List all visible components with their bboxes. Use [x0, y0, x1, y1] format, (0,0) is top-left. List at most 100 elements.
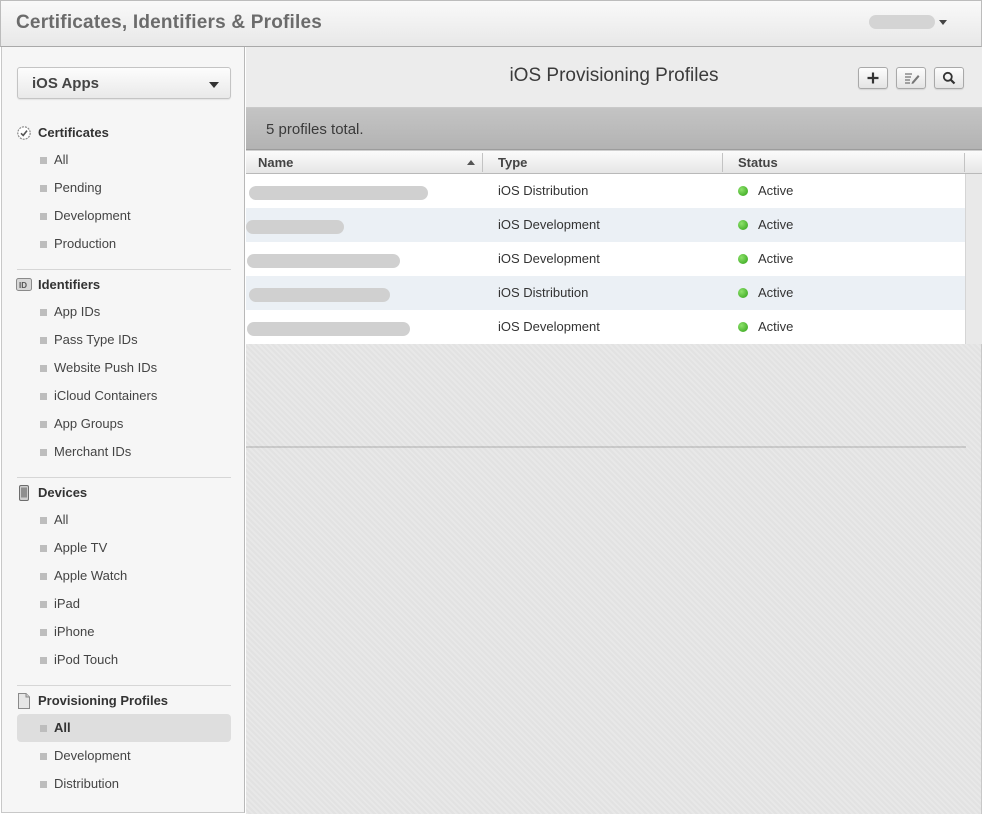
- sidebar-item-profiles-development[interactable]: Development: [17, 742, 231, 770]
- profile-status: Active: [758, 183, 794, 198]
- sidebar-item-website-push-ids[interactable]: Website Push IDs: [17, 354, 231, 382]
- bullet: [40, 753, 47, 760]
- status-dot-icon: [738, 220, 748, 230]
- sidebar-item-label: App IDs: [54, 304, 101, 319]
- platform-select[interactable]: iOS Apps: [17, 67, 231, 99]
- table-scrollbar[interactable]: [965, 174, 982, 344]
- sidebar-item-pass-type-ids[interactable]: Pass Type IDs: [17, 326, 231, 354]
- sidebar-item-certificates-production[interactable]: Production: [17, 230, 231, 258]
- platform-select-value: iOS Apps: [32, 75, 99, 92]
- status-dot-icon: [738, 322, 748, 332]
- sidebar-item-label: Apple TV: [54, 540, 108, 555]
- profile-name-redacted: [247, 322, 410, 336]
- sidebar-item-devices-all[interactable]: All: [17, 506, 231, 534]
- section-title: Provisioning Profiles: [38, 693, 169, 708]
- main-content: iOS Provisioning Profiles 5 profiles tot…: [246, 47, 982, 814]
- profile-type: iOS Distribution: [498, 285, 589, 300]
- column-header-status[interactable]: Status: [738, 155, 778, 170]
- section-header-identifiers[interactable]: ID Identifiers: [2, 270, 246, 298]
- section-header-certificates[interactable]: Certificates: [2, 118, 246, 146]
- sidebar-item-ipad[interactable]: iPad: [17, 590, 231, 618]
- sidebar-item-label: All: [54, 720, 71, 735]
- sort-ascending-icon: [467, 160, 475, 165]
- add-button[interactable]: [858, 67, 888, 89]
- sidebar-item-label: Development: [54, 748, 131, 763]
- chevron-down-icon: [209, 82, 219, 88]
- profile-name-redacted: [246, 220, 344, 234]
- status-dot-icon: [738, 288, 748, 298]
- sidebar-item-apple-tv[interactable]: Apple TV: [17, 534, 231, 562]
- sidebar-item-label: Production: [54, 236, 117, 251]
- sidebar-item-label: Pass Type IDs: [54, 332, 138, 347]
- sidebar-item-apple-watch[interactable]: Apple Watch: [17, 562, 231, 590]
- table-row[interactable]: iOS Development Active: [246, 310, 982, 344]
- sidebar-item-label: Website Push IDs: [54, 360, 158, 375]
- status-dot-icon: [738, 186, 748, 196]
- profile-name-redacted: [249, 186, 428, 200]
- main-toolbar: iOS Provisioning Profiles: [246, 47, 982, 108]
- profile-type: iOS Development: [498, 251, 600, 266]
- sidebar-item-profiles-all[interactable]: All: [17, 714, 231, 742]
- bullet: [40, 421, 47, 428]
- section-header-provisioning-profiles[interactable]: Provisioning Profiles: [2, 686, 246, 714]
- column-header-type[interactable]: Type: [498, 155, 527, 170]
- section-title: Identifiers: [38, 277, 101, 292]
- account-menu[interactable]: [869, 15, 947, 29]
- profile-name-redacted: [247, 254, 400, 268]
- id-icon: ID: [16, 277, 32, 292]
- sidebar-item-ipod-touch[interactable]: iPod Touch: [17, 646, 231, 674]
- column-divider: [482, 153, 483, 172]
- profiles-count: 5 profiles total.: [266, 121, 364, 138]
- sidebar-item-merchant-ids[interactable]: Merchant IDs: [17, 438, 231, 466]
- section-title: Certificates: [38, 125, 109, 140]
- bullet: [40, 393, 47, 400]
- sidebar-item-app-groups[interactable]: App Groups: [17, 410, 231, 438]
- certificate-icon: [16, 125, 32, 140]
- svg-text:ID: ID: [19, 281, 27, 290]
- search-icon: [942, 71, 956, 85]
- section-header-devices[interactable]: Devices: [2, 478, 246, 506]
- bullet: [40, 185, 47, 192]
- sidebar-item-icloud-containers[interactable]: iCloud Containers: [17, 382, 231, 410]
- sidebar-item-label: Merchant IDs: [54, 444, 132, 459]
- table-row[interactable]: iOS Distribution Active: [246, 174, 982, 208]
- section-devices: Devices All Apple TV Apple Watch iPad iP…: [2, 478, 246, 674]
- bullet: [40, 449, 47, 456]
- edit-button[interactable]: [896, 67, 926, 89]
- bullet: [40, 781, 47, 788]
- bullet: [40, 629, 47, 636]
- table-row[interactable]: iOS Distribution Active: [246, 276, 982, 310]
- bullet: [40, 725, 47, 732]
- column-divider: [722, 153, 723, 172]
- profile-status: Active: [758, 319, 794, 334]
- sidebar-item-label: iPhone: [54, 624, 95, 639]
- status-dot-icon: [738, 254, 748, 264]
- app-header: Certificates, Identifiers & Profiles: [0, 0, 982, 47]
- sidebar-item-certificates-pending[interactable]: Pending: [17, 174, 231, 202]
- bullet: [40, 213, 47, 220]
- sidebar-item-iphone[interactable]: iPhone: [17, 618, 231, 646]
- add-icon: [867, 72, 879, 84]
- device-icon: [16, 485, 32, 501]
- sidebar: iOS Apps Certificates All Pending Develo…: [1, 47, 245, 813]
- sidebar-item-label: Apple Watch: [54, 568, 128, 583]
- sidebar-item-certificates-development[interactable]: Development: [17, 202, 231, 230]
- search-button[interactable]: [934, 67, 964, 89]
- sidebar-item-app-ids[interactable]: App IDs: [17, 298, 231, 326]
- bullet: [40, 309, 47, 316]
- column-header-name[interactable]: Name: [258, 155, 293, 170]
- summary-bar: 5 profiles total.: [246, 108, 982, 150]
- sidebar-item-label: Distribution: [54, 776, 120, 791]
- sidebar-item-certificates-all[interactable]: All: [17, 146, 231, 174]
- sidebar-item-label: App Groups: [54, 416, 124, 431]
- table-bottom-edge: [246, 446, 966, 448]
- profile-status: Active: [758, 285, 794, 300]
- sidebar-item-label: All: [54, 152, 69, 167]
- account-name-redacted[interactable]: [869, 15, 935, 29]
- table-row[interactable]: iOS Development Active: [246, 242, 982, 276]
- column-divider: [964, 153, 965, 172]
- sidebar-item-profiles-distribution[interactable]: Distribution: [17, 770, 231, 798]
- sidebar-item-label: iCloud Containers: [54, 388, 158, 403]
- table-row[interactable]: iOS Development Active: [246, 208, 982, 242]
- sidebar-item-label: All: [54, 512, 69, 527]
